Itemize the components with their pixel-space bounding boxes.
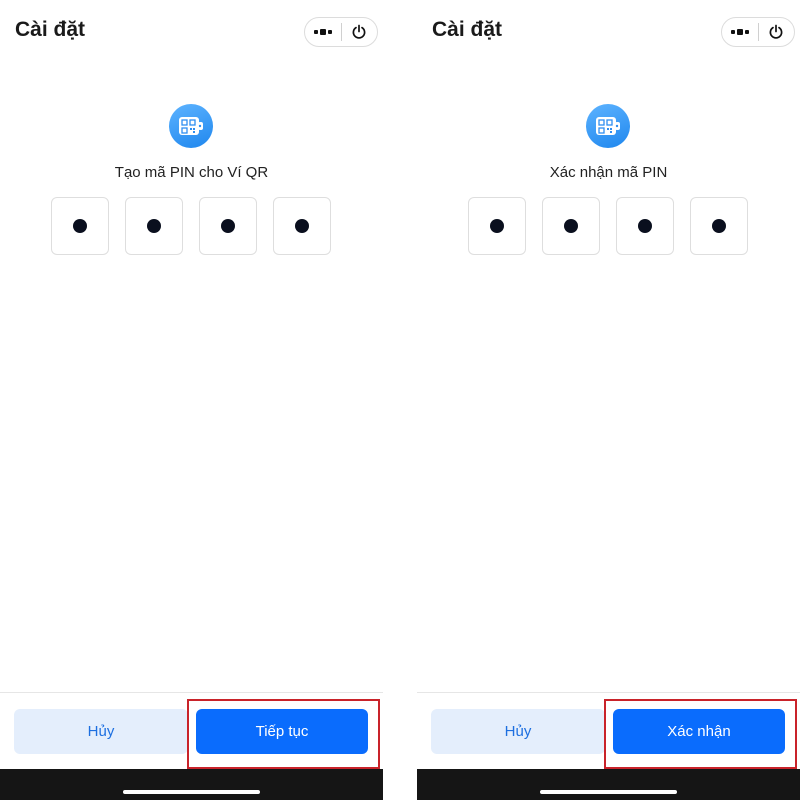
pin-digit-box[interactable]	[51, 197, 109, 255]
pin-filled-dot	[490, 219, 504, 233]
pin-prompt: Tạo mã PIN cho Ví QR	[114, 164, 269, 181]
qr-wallet-icon	[169, 104, 213, 148]
cancel-button[interactable]: Hủy	[14, 709, 188, 754]
cancel-button[interactable]: Hủy	[431, 709, 605, 754]
page-title: Cài đặt	[432, 18, 503, 41]
screen-confirm-pin: Cài đặt Xác nhận mã PIN Hủy Xác nhận	[417, 0, 800, 800]
power-icon[interactable]	[341, 18, 377, 46]
pin-digit-box[interactable]	[199, 197, 257, 255]
screen-create-pin: Cài đặt Tạo mã PIN cho Ví QR Hủy Tiếp tụ…	[0, 0, 383, 800]
home-bar	[0, 769, 383, 800]
pin-digit-box[interactable]	[690, 197, 748, 255]
home-indicator[interactable]	[540, 790, 677, 794]
qr-wallet-icon	[586, 104, 630, 148]
home-indicator[interactable]	[123, 790, 260, 794]
mini-app-capsule	[304, 17, 378, 47]
highlight-box	[187, 699, 380, 769]
pin-filled-dot	[73, 219, 87, 233]
more-dots-icon[interactable]	[305, 18, 341, 46]
more-dots-icon[interactable]	[722, 18, 758, 46]
bottom-divider	[0, 692, 383, 693]
bottom-divider	[417, 692, 800, 693]
screen-gap	[383, 0, 417, 800]
pin-filled-dot	[147, 219, 161, 233]
pin-digit-box[interactable]	[125, 197, 183, 255]
page-title: Cài đặt	[15, 18, 86, 41]
pin-filled-dot	[295, 219, 309, 233]
pin-digit-box[interactable]	[273, 197, 331, 255]
pin-digit-box[interactable]	[616, 197, 674, 255]
pin-digit-box[interactable]	[468, 197, 526, 255]
power-icon[interactable]	[758, 18, 794, 46]
pin-filled-dot	[221, 219, 235, 233]
pin-filled-dot	[712, 219, 726, 233]
pin-digit-box[interactable]	[542, 197, 600, 255]
pin-prompt: Xác nhận mã PIN	[549, 164, 668, 181]
highlight-box	[604, 699, 797, 769]
mini-app-capsule	[721, 17, 795, 47]
pin-filled-dot	[638, 219, 652, 233]
pin-filled-dot	[564, 219, 578, 233]
home-bar	[417, 769, 800, 800]
